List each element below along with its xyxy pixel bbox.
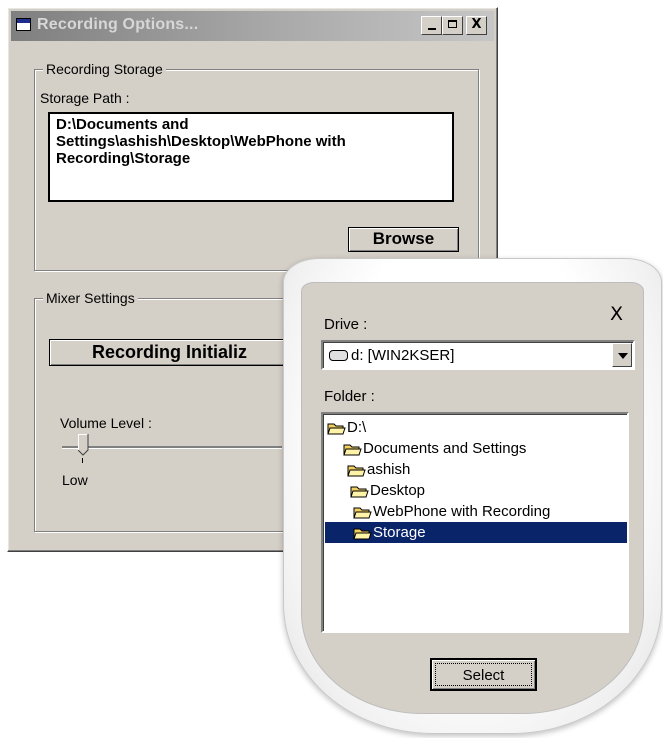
window-app-icon [16, 18, 31, 31]
folder-item-desktop[interactable]: Desktop [350, 480, 425, 501]
close-button[interactable]: X [466, 16, 487, 35]
folder-item-label: D:\ [347, 419, 367, 436]
open-folder-icon [353, 526, 372, 540]
storage-path-line-2: Settings\ashish\Desktop\WebPhone with [56, 133, 346, 150]
folder-item-label: WebPhone with Recording [373, 503, 551, 520]
chevron-down-icon[interactable] [612, 343, 632, 367]
maximize-button[interactable] [442, 16, 463, 35]
open-folder-icon [327, 421, 346, 435]
open-folder-icon [347, 463, 366, 477]
folder-item-label: Desktop [370, 482, 426, 499]
folder-item-label: ashish [367, 461, 411, 478]
volume-tick-mark [82, 458, 83, 463]
drive-icon [329, 350, 348, 361]
browse-button[interactable]: Browse [348, 227, 459, 252]
window-title: Recording Options... [37, 16, 199, 33]
folder-item-root[interactable]: D:\ [327, 417, 366, 438]
storage-path-line-3: Recording\Storage [56, 150, 191, 167]
minimize-button[interactable] [421, 16, 442, 35]
folder-item-label: Documents and Settings [363, 440, 527, 457]
storage-path-line-1: D:\Documents and [56, 116, 189, 133]
drive-select-value: d: [WIN2KSER] [351, 347, 455, 364]
folder-label: Folder : [324, 388, 375, 405]
folder-item-ashish[interactable]: ashish [347, 459, 410, 480]
volume-slider-track[interactable] [62, 446, 282, 449]
title-bar[interactable]: Recording Options... X [11, 11, 494, 41]
maximize-icon [448, 20, 457, 28]
folder-tree[interactable]: D:\ Documents and Settings ashish Deskto… [321, 412, 629, 633]
volume-low-label: Low [62, 472, 88, 488]
volume-slider-thumb[interactable] [77, 433, 89, 456]
folder-item-storage[interactable]: Storage [325, 522, 627, 543]
drive-select[interactable]: d: [WIN2KSER] [321, 340, 635, 370]
close-icon: X [471, 17, 482, 32]
drive-label: Drive : [324, 316, 368, 333]
folder-item-webphone-with-recording[interactable]: WebPhone with Recording [353, 501, 550, 522]
open-folder-icon [353, 505, 372, 519]
select-button[interactable]: Select [430, 658, 537, 691]
storage-path-field[interactable]: D:\Documents and Settings\ashish\Desktop… [48, 112, 454, 202]
open-folder-icon [350, 484, 369, 498]
storage-path-label: Storage Path : [40, 90, 130, 106]
folder-item-documents-and-settings[interactable]: Documents and Settings [343, 438, 526, 459]
folder-item-label: Storage [373, 524, 426, 541]
volume-level-label: Volume Level : [60, 415, 152, 431]
open-folder-icon [343, 442, 362, 456]
minimize-icon [427, 28, 436, 30]
mixer-settings-legend: Mixer Settings [43, 290, 138, 306]
popup-close-icon[interactable]: X [610, 303, 623, 325]
recording-storage-legend: Recording Storage [43, 61, 166, 77]
